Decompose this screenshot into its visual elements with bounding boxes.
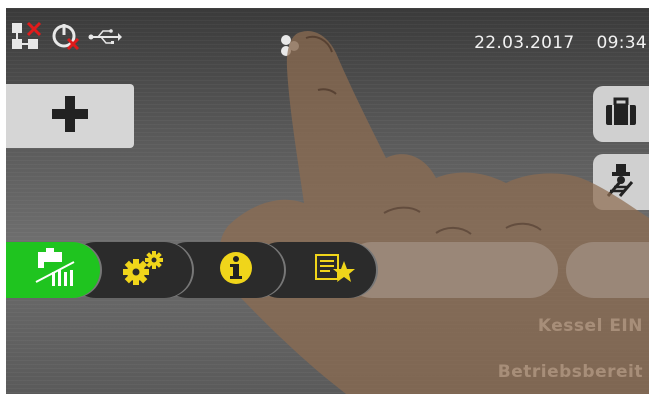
info-icon	[218, 250, 254, 290]
tab-empty-slot-2[interactable]	[566, 242, 649, 298]
chimney-sweep-button[interactable]	[593, 154, 649, 210]
controller-screen: 22.03.2017 09:34 Kessel EIN Betriebsbere…	[6, 8, 649, 394]
boiler-status-label: Kessel EIN	[537, 316, 643, 336]
user-icon[interactable]	[278, 34, 300, 60]
tab-hot-water[interactable]	[6, 242, 100, 298]
date-label: 22.03.2017	[474, 33, 575, 53]
status-icon-bar	[10, 21, 122, 53]
add-button[interactable]	[6, 84, 134, 148]
suitcase-button[interactable]	[593, 86, 649, 142]
usb-icon	[88, 29, 122, 45]
network-disconnected-icon	[10, 21, 44, 53]
time-label: 09:34	[596, 33, 647, 53]
main-menu-bar	[6, 242, 649, 298]
operating-status-label: Betriebsbereit	[497, 362, 643, 382]
hot-water-tap-icon	[34, 248, 78, 292]
tab-empty-slot[interactable]	[344, 242, 558, 298]
favorites-list-icon	[314, 253, 356, 287]
gears-icon	[122, 250, 166, 290]
pointing-hand-overlay	[219, 31, 649, 394]
power-off-icon	[51, 22, 81, 52]
date-time-display: 22.03.2017 09:34	[474, 33, 647, 53]
chimney-sweep-icon	[604, 162, 638, 202]
plus-icon	[50, 94, 90, 138]
suitcase-icon	[604, 97, 638, 131]
